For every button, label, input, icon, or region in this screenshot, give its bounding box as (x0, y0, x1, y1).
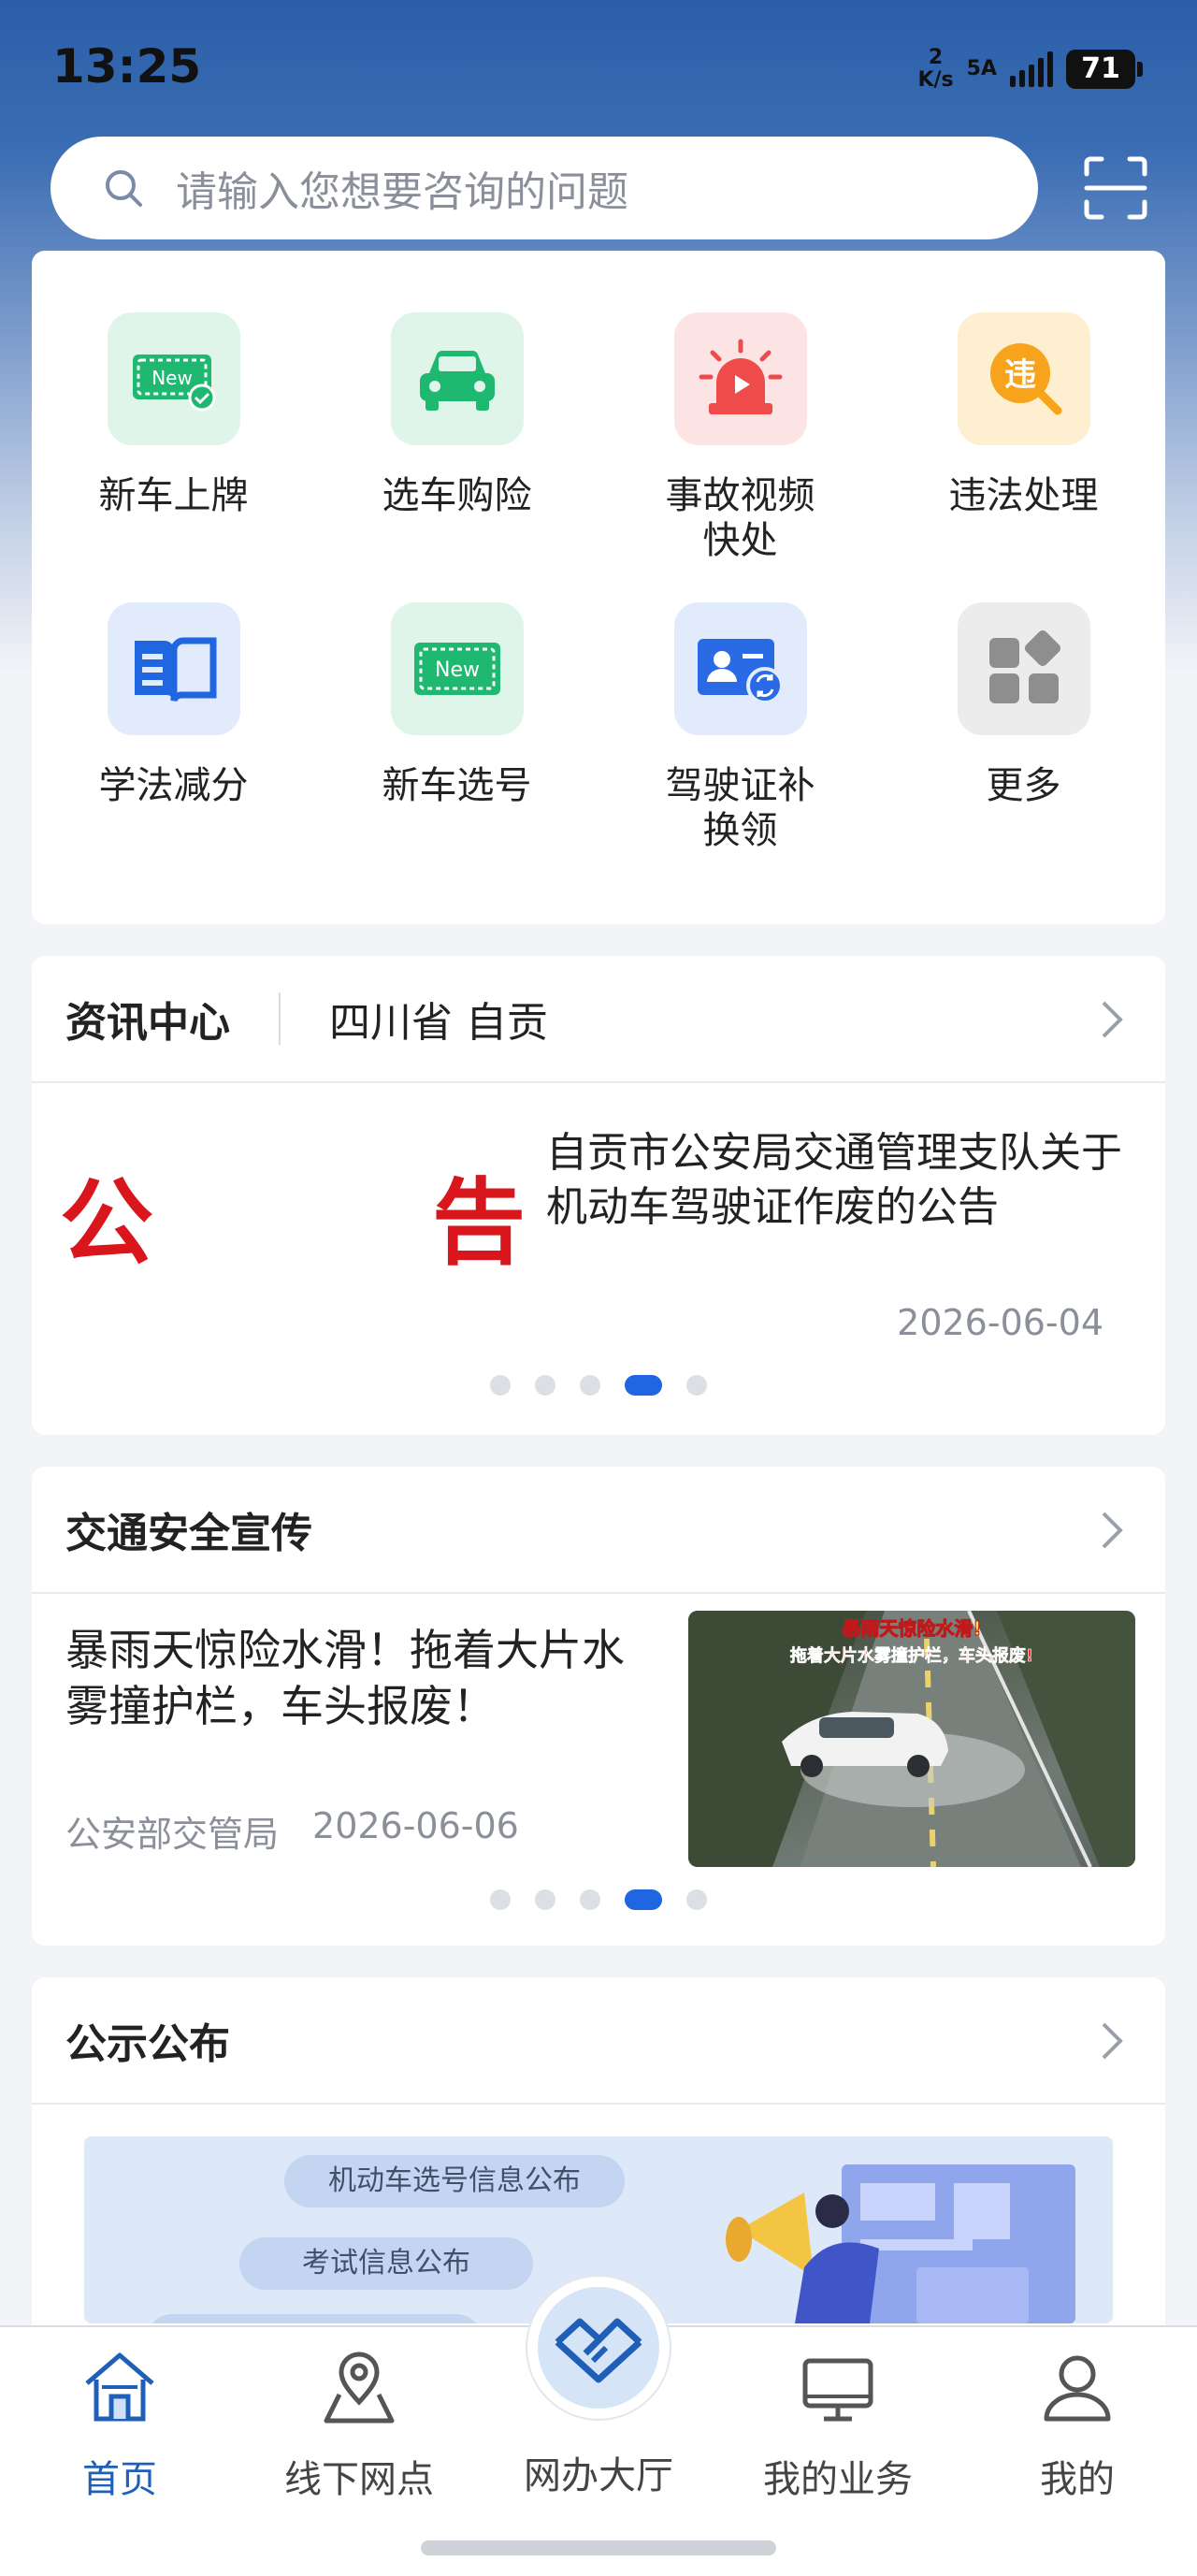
quick-item-label: 事故视频快处 (665, 474, 815, 562)
safety-item-meta: 公安部交管局 2026-06-06 (65, 1805, 519, 1857)
quick-item-label: 违法处理 (948, 474, 1099, 517)
nav-my-business-label: 我的业务 (763, 2458, 913, 2501)
carousel-dot[interactable] (490, 1889, 511, 1910)
handshake-icon (555, 2318, 642, 2383)
signal-type: 5A (966, 57, 997, 80)
traffic-safety-title: 交通安全宣传 (65, 1510, 312, 1557)
header-divider (279, 992, 281, 1045)
plate-number-icon: New (390, 602, 524, 735)
quick-item-accident-video[interactable]: 事故视频快处 (598, 312, 882, 563)
monitor-icon (802, 2358, 873, 2422)
status-bar: 13:25 2 K/s 5A 71 (0, 0, 1197, 131)
news-item-date: 2026-06-04 (897, 1302, 1103, 1343)
news-region[interactable]: 四川省 自贡 (329, 989, 548, 1049)
quick-item-more[interactable]: 更多 (882, 602, 1165, 808)
chevron-right-icon[interactable] (1089, 997, 1133, 1042)
book-icon (107, 602, 240, 735)
quick-item-new-car-plate[interactable]: New 新车上牌 (32, 312, 315, 518)
news-center-title: 资讯中心 (65, 999, 230, 1047)
battery-level: 71 (1066, 50, 1135, 89)
home-indicator[interactable] (421, 2540, 776, 2555)
search-placeholder: 请输入您想要咨询的问题 (176, 168, 628, 216)
megaphone-illustration (726, 2164, 1075, 2323)
traffic-safety-header[interactable]: 交通安全宣传 (32, 1467, 1165, 1594)
more-grid-icon (957, 602, 1090, 735)
search-input[interactable]: 请输入您想要咨询的问题 (50, 137, 1038, 239)
news-item-title: 自贡市公安局交通管理支队关于机动车驾驶证作废的公告 (546, 1129, 1122, 1231)
carousel-dot[interactable] (686, 1889, 707, 1910)
license-renew-icon (673, 602, 807, 735)
new-plate-icon: New (107, 312, 240, 445)
nav-online-hall-label: 网办大厅 (524, 2454, 673, 2497)
publicity-pill-partial (146, 2314, 483, 2323)
battery-icon: 71 (1066, 50, 1143, 89)
news-center-card: 资讯中心 四川省 自贡 公 告 自贡市公安局交通管理支队关于机动车驾驶证作废的公… (32, 956, 1165, 1435)
quick-services-panel: New 新车上牌 选车购险 事故视频快处 违 违法处理 学法减分 New 新车选… (32, 251, 1165, 924)
news-carousel-dots (490, 1375, 707, 1396)
quick-item-car-insurance[interactable]: 选车购险 (315, 312, 598, 518)
carousel-dot[interactable] (535, 1375, 555, 1396)
safety-item-source: 公安部交管局 (65, 1814, 280, 1855)
publicity-header[interactable]: 公示公布 (32, 1977, 1165, 2105)
signal-icon (1010, 51, 1053, 87)
safety-item-date: 2026-06-06 (312, 1805, 519, 1846)
svg-text:New: New (435, 658, 480, 682)
online-hall-button[interactable] (526, 2275, 671, 2421)
carousel-dot[interactable] (580, 1375, 600, 1396)
quick-item-license-renew[interactable]: 驾驶证补换领 (598, 602, 882, 853)
traffic-safety-card: 交通安全宣传 暴雨天惊险水滑！拖着大片水雾撞护栏，车头报废！ 公安部交管局 20… (32, 1467, 1165, 1946)
network-speed: 2 K/s (917, 47, 953, 92)
nav-offline-label: 线下网点 (284, 2458, 434, 2501)
alarm-video-icon (673, 312, 807, 445)
car-icon (390, 312, 524, 445)
publicity-pill[interactable]: 考试信息公布 (239, 2237, 533, 2290)
safety-carousel-dots (490, 1889, 707, 1910)
network-speed-value: 2 (928, 46, 944, 69)
svg-text:New: New (151, 367, 193, 389)
nav-home[interactable]: 首页 (0, 2344, 239, 2503)
online-hall-button-inner (538, 2287, 659, 2409)
safety-video-thumbnail[interactable]: 暴雨天惊险水滑! 拖着大片水雾撞护栏，车头报废! (688, 1611, 1135, 1867)
quick-item-label: 新车上牌 (98, 474, 249, 517)
status-indicators: 2 K/s 5A 71 (917, 47, 1143, 92)
search-icon (106, 170, 142, 207)
notice-char: 公 (60, 1167, 153, 1278)
chevron-right-icon[interactable] (1089, 2019, 1133, 2063)
chevron-right-icon[interactable] (1089, 1508, 1133, 1553)
svg-text:违: 违 (1004, 356, 1036, 394)
scan-icon[interactable] (1083, 155, 1148, 221)
carousel-dot-active[interactable] (625, 1889, 662, 1910)
carousel-dot-active[interactable] (625, 1375, 662, 1396)
violation-icon: 违 (957, 312, 1090, 445)
nav-mine-label: 我的 (1040, 2458, 1115, 2501)
quick-item-study-law[interactable]: 学法减分 (32, 602, 315, 808)
nav-home-label: 首页 (82, 2458, 157, 2501)
publicity-pill[interactable]: 机动车选号信息公布 (284, 2155, 625, 2207)
status-time: 13:25 (52, 39, 202, 94)
home-icon (85, 2352, 154, 2422)
safety-item-title: 暴雨天惊险水滑！拖着大片水雾撞护栏，车头报废！ (65, 1625, 625, 1731)
nav-mine[interactable]: 我的 (958, 2344, 1197, 2503)
quick-item-violation[interactable]: 违 违法处理 (882, 312, 1165, 518)
publicity-title: 公示公布 (65, 2020, 230, 2068)
carousel-dot[interactable] (490, 1375, 511, 1396)
quick-item-label: 更多 (986, 764, 1061, 807)
quick-item-plate-number[interactable]: New 新车选号 (315, 602, 598, 808)
carousel-dot[interactable] (580, 1889, 600, 1910)
location-icon (324, 2352, 395, 2424)
news-center-header[interactable]: 资讯中心 四川省 自贡 (32, 956, 1165, 1083)
quick-item-label: 选车购险 (382, 474, 532, 517)
quick-item-label: 新车选号 (382, 764, 532, 807)
quick-item-label: 学法减分 (98, 764, 249, 807)
carousel-dot[interactable] (535, 1889, 555, 1910)
user-icon (1044, 2355, 1111, 2422)
thumbnail-caption-1: 暴雨天惊险水滑! (842, 1617, 981, 1640)
nav-offline-outlets[interactable]: 线下网点 (239, 2344, 479, 2503)
notice-char: 告 (432, 1167, 526, 1278)
thumbnail-caption-2: 拖着大片水雾撞护栏，车头报废! (790, 1645, 1033, 1666)
network-speed-unit: K/s (917, 68, 954, 92)
carousel-dot[interactable] (686, 1375, 707, 1396)
nav-my-business[interactable]: 我的业务 (718, 2344, 958, 2503)
quick-item-label: 驾驶证补换领 (665, 764, 815, 852)
